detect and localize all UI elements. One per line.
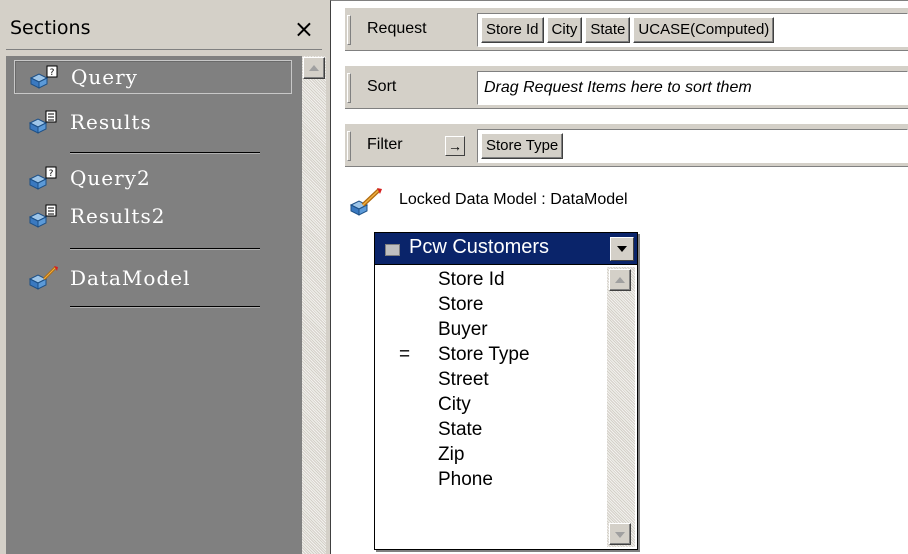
section-divider [70,152,260,154]
scroll-down-button[interactable] [609,523,631,545]
chevron-up-icon [309,65,319,71]
topic-item[interactable]: = Store Type [375,342,607,367]
section-label: Results [70,110,152,134]
query-workspace: Request Store Id City State UCASE(Computed)… [330,0,908,554]
topic-dropdown-button[interactable] [610,237,634,261]
filter-line: Filter → Store Type [345,123,908,167]
scroll-up-button[interactable] [609,269,631,291]
results-section-icon [28,204,57,228]
table-icon [385,244,400,256]
section-item-query[interactable]: ? Query [14,60,292,94]
topic-item[interactable]: Store [375,292,607,317]
topic-title: Pcw Customers [409,236,550,258]
request-item-state[interactable]: State [585,17,631,43]
topic-item-label: Buyer [438,319,488,340]
filter-line-label: Filter [367,136,403,153]
topic-item[interactable]: Store Id [375,267,607,292]
section-item-results2[interactable]: Results2 [14,200,292,234]
topic-item-label: Store Id [438,269,505,290]
sections-title: Sections [10,17,91,39]
topic-item[interactable]: Phone [375,467,607,492]
topic-item-list: Store Id Store Buyer = Store Type Street … [375,267,607,492]
sort-line-well[interactable]: Drag Request Items here to sort them [477,71,908,105]
query-workspace-inner: Request Store Id City State UCASE(Computed)… [335,7,908,554]
request-line-well[interactable]: Store Id City State UCASE(Computed) [477,13,908,47]
section-label: DataModel [70,266,191,290]
filter-line-well[interactable]: Store Type [477,129,908,163]
request-item-ucase-computed[interactable]: UCASE(Computed) [633,17,775,43]
sections-pane: Sections × ? Query Results ? Query2 Resu… [0,0,330,554]
request-line-grip[interactable] [347,15,351,45]
query-section-icon: ? [28,166,57,190]
sort-line-label: Sort [367,78,397,95]
section-item-datamodel[interactable]: DataModel [14,262,292,296]
section-item-results[interactable]: Results [14,106,292,140]
request-line: Request Store Id City State UCASE(Computed) [345,7,908,51]
chevron-down-icon [617,246,627,252]
topic-titlebar[interactable]: Pcw Customers [375,233,637,265]
svg-text:?: ? [49,169,54,179]
topic-item[interactable]: City [375,392,607,417]
topic-item[interactable]: Zip [375,442,607,467]
sections-header: Sections × [6,14,322,50]
section-divider [70,306,260,308]
topic-item-marker: = [399,344,411,365]
sections-list: ? Query Results ? Query2 Results2 DataMo… [6,56,302,554]
filter-item-store-type[interactable]: Store Type [481,133,564,159]
filter-line-grip[interactable] [347,131,351,161]
topic-item-label: Store Type [438,344,530,365]
section-item-query2[interactable]: ? Query2 [14,162,292,196]
request-item-store-id[interactable]: Store Id [481,17,544,43]
sections-scrollbar[interactable] [302,56,326,554]
topic-item-label: Store [438,294,484,315]
datamodel-icon [349,188,382,216]
section-label: Results2 [70,204,166,228]
scroll-up-button[interactable] [303,57,325,79]
topic-item[interactable]: Street [375,367,607,392]
data-model-title: Locked Data Model : DataModel [399,191,628,208]
sort-hint: Drag Request Items here to sort them [484,79,752,96]
sort-line: Sort Drag Request Items here to sort the… [345,65,908,109]
topic-item-label: Zip [438,444,465,465]
section-label: Query [71,65,138,89]
topic-item-label: Street [438,369,489,390]
topic-item-label: Phone [438,469,493,490]
topic-item[interactable]: Buyer [375,317,607,342]
section-label: Query2 [70,166,151,190]
section-divider [70,248,260,250]
request-line-label: Request [367,20,427,37]
topic-box-pcw-customers[interactable]: Pcw Customers Store Id Store Buyer = Stor… [374,232,638,550]
datamodel-section-icon [28,265,58,290]
query-section-icon: ? [29,65,58,89]
chevron-down-icon [615,532,625,538]
topic-item[interactable]: State [375,417,607,442]
sort-line-grip[interactable] [347,73,351,103]
topic-scrollbar[interactable] [607,267,635,547]
close-icon[interactable]: × [294,14,314,44]
topic-item-label: State [438,419,483,440]
request-item-city[interactable]: City [546,17,583,43]
arrow-right-icon[interactable]: → [445,136,465,156]
chevron-up-icon [615,277,625,283]
results-section-icon [28,110,57,134]
topic-item-label: City [438,394,471,415]
svg-text:?: ? [50,68,55,78]
